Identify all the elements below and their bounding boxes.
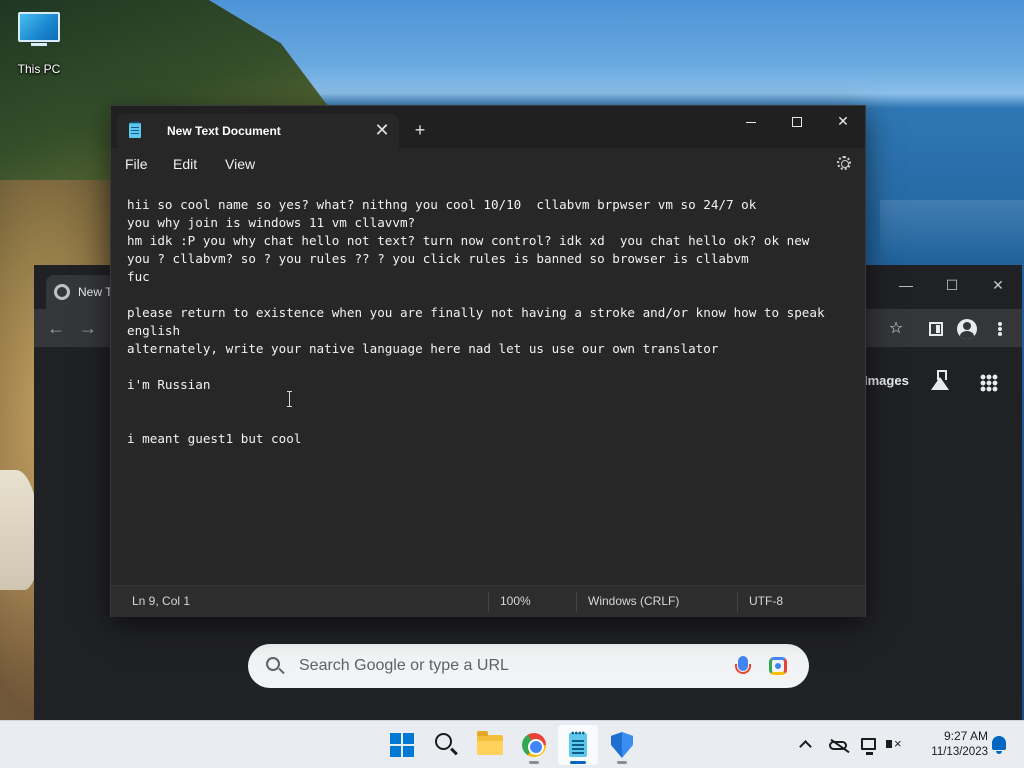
chrome-maximize-button[interactable]: ☐	[932, 271, 972, 299]
volume-muted-icon	[886, 734, 902, 754]
status-separator	[488, 592, 489, 612]
show-hidden-icons-button[interactable]	[796, 735, 816, 755]
forward-arrow-icon[interactable]: →	[76, 317, 100, 339]
profile-button[interactable]	[956, 318, 978, 340]
taskbar-notepad[interactable]	[558, 725, 598, 765]
notepad-text-area[interactable]: hii so cool name so yes? what? nithng yo…	[111, 182, 865, 585]
taskbar-chrome[interactable]	[514, 725, 554, 765]
notepad-tab[interactable]: New Text Document ✕	[117, 114, 399, 148]
chrome-tab-title: New T	[78, 285, 113, 299]
status-zoom[interactable]: 100%	[500, 594, 531, 608]
windows-logo-icon	[390, 733, 414, 757]
notepad-window: New Text Document ✕ + ✕ File Edit View h…	[110, 105, 866, 617]
side-panel-icon	[929, 322, 943, 336]
notepad-menubar: File Edit View	[111, 148, 865, 182]
taskbar-clock[interactable]: 9:27 AM 11/13/2023	[912, 728, 988, 760]
voice-search-icon[interactable]	[735, 656, 751, 674]
clock-date: 11/13/2023	[931, 746, 988, 758]
notepad-icon	[569, 731, 587, 757]
desktop-icon-this-pc[interactable]: This PC	[10, 10, 68, 76]
network-icon	[861, 738, 876, 755]
taskbar: 9:27 AM 11/13/2023	[0, 720, 1024, 768]
onedrive-button[interactable]	[828, 735, 848, 755]
chrome-icon	[522, 733, 546, 757]
minimize-icon	[746, 121, 756, 123]
labs-flask-icon[interactable]	[930, 370, 950, 392]
chrome-close-button[interactable]: ✕	[978, 271, 1018, 299]
clock-time: 9:27 AM	[943, 729, 988, 743]
images-link[interactable]: Images	[864, 373, 909, 388]
status-encoding[interactable]: UTF-8	[749, 594, 783, 608]
folder-icon	[477, 731, 503, 755]
taskbar-defender[interactable]	[602, 725, 642, 765]
desktop-icon-label: This PC	[17, 62, 61, 76]
monitor-stand	[31, 43, 47, 46]
maximize-icon	[792, 117, 802, 128]
running-indicator	[529, 761, 539, 764]
search-icon	[266, 657, 280, 671]
shield-icon	[611, 732, 633, 758]
kebab-menu-icon	[998, 322, 1002, 326]
chrome-menu-button[interactable]	[989, 318, 1011, 340]
google-lens-icon[interactable]	[769, 657, 787, 675]
status-cursor-position: Ln 9, Col 1	[132, 594, 191, 608]
wallpaper-sea	[880, 200, 1024, 260]
search-icon	[435, 733, 452, 750]
taskbar-file-explorer[interactable]	[470, 725, 510, 765]
notepad-tab-title: New Text Document	[167, 124, 281, 138]
volume-button[interactable]	[885, 734, 905, 755]
start-button[interactable]	[382, 725, 422, 765]
notification-bell-icon[interactable]	[992, 736, 1006, 754]
notepad-titlebar[interactable]: New Text Document ✕ + ✕	[111, 106, 865, 148]
notepad-icon	[129, 121, 141, 138]
search-placeholder: Search Google or type a URL	[299, 657, 509, 674]
chrome-favicon-icon	[54, 284, 70, 300]
notepad-minimize-button[interactable]	[728, 106, 774, 136]
notepad-content[interactable]: hii so cool name so yes? what? nithng yo…	[127, 196, 865, 448]
settings-gear-icon[interactable]	[837, 156, 851, 170]
notepad-maximize-button[interactable]	[774, 106, 820, 136]
status-line-ending[interactable]: Windows (CRLF)	[588, 594, 679, 608]
network-button[interactable]	[860, 735, 880, 755]
chrome-minimize-button[interactable]: —	[886, 271, 926, 299]
avatar-icon	[957, 319, 977, 339]
menu-view[interactable]: View	[221, 156, 259, 172]
google-apps-icon[interactable]	[980, 374, 998, 392]
cloud-off-icon	[829, 741, 847, 750]
monitor-icon	[18, 12, 60, 42]
menu-edit[interactable]: Edit	[169, 156, 201, 172]
status-separator	[737, 592, 738, 612]
menu-file[interactable]: File	[121, 156, 152, 172]
text-cursor-icon	[287, 391, 293, 407]
bookmark-star-icon[interactable]: ☆	[885, 318, 907, 340]
running-indicator	[617, 761, 627, 764]
new-tab-button[interactable]: +	[409, 119, 431, 141]
close-tab-icon[interactable]: ✕	[371, 119, 393, 141]
notepad-close-button[interactable]: ✕	[820, 106, 866, 136]
side-panel-button[interactable]	[925, 318, 947, 340]
active-indicator	[570, 761, 586, 764]
taskbar-search-button[interactable]	[426, 725, 466, 765]
back-arrow-icon[interactable]: ←	[44, 317, 68, 339]
chevron-up-icon	[799, 740, 812, 753]
google-search-box[interactable]: Search Google or type a URL	[248, 644, 809, 688]
notepad-statusbar: Ln 9, Col 1 100% Windows (CRLF) UTF-8	[111, 585, 865, 617]
status-separator	[576, 592, 577, 612]
